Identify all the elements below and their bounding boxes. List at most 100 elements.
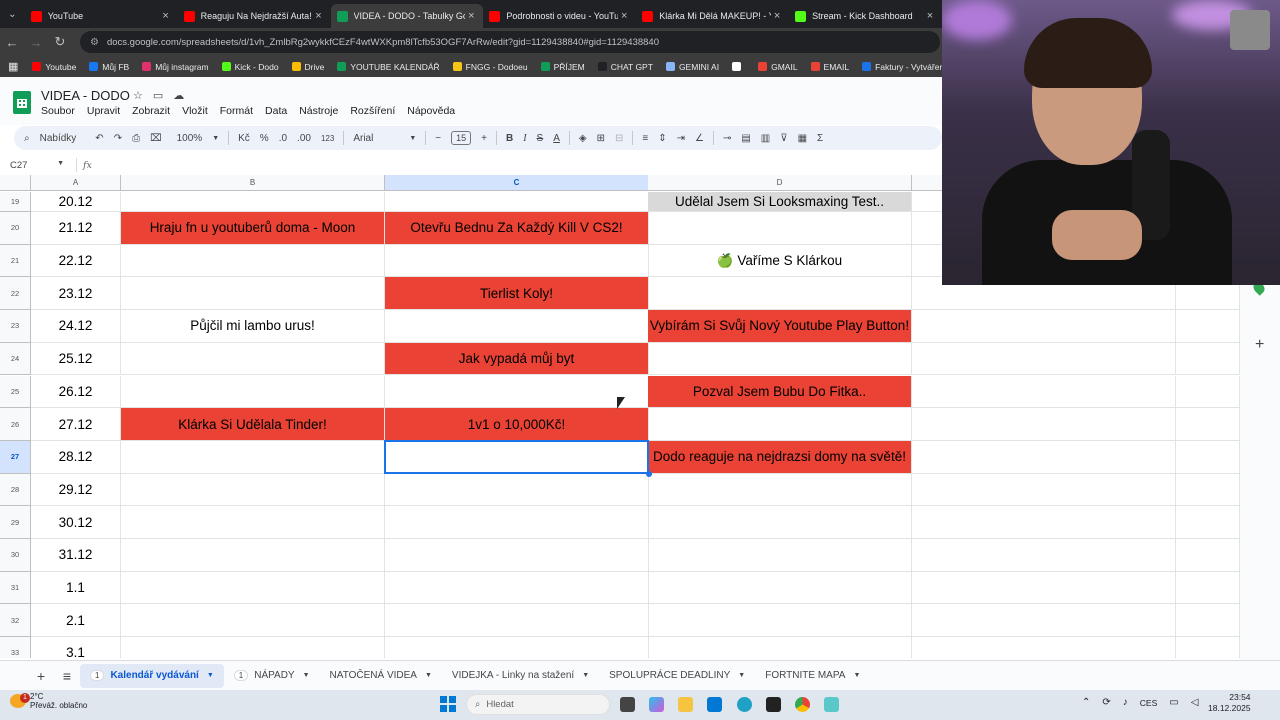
chevron-down-icon[interactable]: ▼ [425, 672, 432, 679]
sheet-tab[interactable]: NATOČENÁ VIDEA ▼ [320, 664, 442, 688]
cell-f[interactable] [1176, 310, 1240, 343]
bookmark-item[interactable]: EMAIL [810, 62, 849, 72]
menu-item[interactable]: Upravit [87, 105, 120, 117]
number-format-button[interactable]: 123 [321, 134, 334, 143]
row-header[interactable]: 31 [0, 571, 31, 605]
bookmark-item[interactable]: GMAIL [758, 62, 798, 72]
cell-b[interactable] [121, 277, 385, 311]
cell-f[interactable] [1176, 473, 1240, 507]
insert-chart-icon[interactable]: ▥ [761, 133, 770, 144]
cell-d[interactable] [648, 604, 912, 638]
bookmark-item[interactable]: Můj instagram [142, 62, 209, 72]
chevron-down-icon[interactable]: ▼ [212, 135, 219, 142]
row-header[interactable]: 29 [0, 506, 31, 539]
percent-format-button[interactable]: % [260, 133, 269, 144]
cell-b[interactable] [121, 342, 385, 376]
bookmark-item[interactable]: Faktury - Vytváření [862, 62, 942, 72]
column-header-c[interactable]: C [385, 175, 649, 191]
browser-tab[interactable]: VIDEA - DODO - Tabulky Goog× [330, 4, 484, 28]
menu-item[interactable]: Zobrazit [132, 105, 170, 117]
column-header-d[interactable]: D [648, 175, 912, 191]
sync-icon[interactable]: ⟳ [1102, 697, 1110, 708]
cell-e[interactable] [912, 408, 1176, 441]
formula-input[interactable] [92, 156, 942, 174]
file-explorer-icon[interactable] [678, 697, 693, 712]
cell-d[interactable] [648, 506, 912, 539]
store-icon[interactable] [707, 697, 722, 712]
row-header[interactable]: 22 [0, 277, 31, 311]
row-header[interactable]: 26 [0, 408, 31, 441]
redo-icon[interactable]: ↷ [114, 133, 122, 144]
row-header[interactable]: 24 [0, 342, 31, 376]
cell-b[interactable] [121, 506, 385, 539]
row-header[interactable]: 28 [0, 473, 31, 507]
cell-a[interactable]: 21.12 [31, 212, 121, 245]
menu-item[interactable]: Formát [220, 105, 253, 117]
start-button[interactable] [440, 696, 456, 712]
sheet-tab[interactable]: VIDEJKA - Linky na stažení ▼ [442, 664, 599, 688]
cell-c[interactable]: Otevřu Bednu Za Každý Kill V CS2! [385, 212, 649, 245]
copilot-icon[interactable] [649, 697, 664, 712]
bookmark-item[interactable]: YOUTUBE KALENDÁŘ [337, 62, 440, 72]
menu-item[interactable]: Rozšíření [350, 105, 395, 117]
terminal-icon[interactable] [766, 697, 781, 712]
row-header[interactable]: 30 [0, 539, 31, 572]
bold-icon[interactable]: B [506, 133, 513, 144]
bookmark-item[interactable]: Můj FB [89, 62, 129, 72]
menu-item[interactable]: Nástroje [299, 105, 338, 117]
row-header[interactable]: 20 [0, 212, 31, 245]
menu-item[interactable]: Data [265, 105, 287, 117]
microphone-icon[interactable]: ♪ [1123, 697, 1128, 708]
cell-b[interactable] [121, 440, 385, 474]
cell-d[interactable]: Pozval Jsem Bubu Do Fitka.. [648, 375, 912, 409]
merge-cells-icon[interactable]: ⊟ [615, 133, 623, 144]
cell-a[interactable]: 22.12 [31, 244, 121, 278]
cell-d[interactable] [648, 212, 912, 245]
cell-f[interactable] [1176, 571, 1240, 605]
bookmark-item[interactable]: Youtube [32, 62, 76, 72]
cell-c[interactable] [385, 637, 649, 658]
bookmark-item[interactable]: GEMINI AI [665, 62, 719, 72]
cloud-status-icon[interactable]: ☁ [173, 89, 184, 102]
cell-d[interactable]: Dodo reaguje na nejdrazsi domy na světě! [648, 440, 912, 474]
cell-b[interactable]: Hraju fn u youtuberů doma - Moon [121, 212, 385, 245]
bookmark-item[interactable]: FNGG - Dodoeu [452, 62, 528, 72]
document-title[interactable]: VIDEA - DODO [41, 88, 130, 103]
menu-item[interactable]: Soubor [41, 105, 75, 117]
cell-f[interactable] [1176, 637, 1240, 658]
vertical-align-icon[interactable]: ⇕ [658, 133, 666, 144]
browser-tab[interactable]: Podrobnosti o videu - YouTube × [483, 4, 636, 28]
taskbar-search[interactable]: ⌕ Hledat [466, 694, 610, 715]
cell-a[interactable]: 20.12 [31, 192, 121, 212]
cell-b[interactable] [121, 637, 385, 658]
chevron-down-icon[interactable]: ▼ [409, 135, 416, 142]
cell-e[interactable] [912, 375, 1176, 409]
search-menus-label[interactable]: Nabídky [40, 133, 77, 144]
cell-e[interactable] [912, 637, 1176, 658]
cell-a[interactable]: 29.12 [31, 473, 121, 507]
chevron-down-icon[interactable]: ▼ [853, 672, 860, 679]
browser-tab[interactable]: Stream - Kick Dashboard × [789, 4, 942, 28]
sheet-tab[interactable]: 1 NÁPADY ▼ [224, 664, 320, 688]
cell-c[interactable]: Tierlist Koly! [385, 277, 649, 311]
cell-a[interactable]: 28.12 [31, 440, 121, 474]
undo-icon[interactable]: ↶ [95, 133, 103, 144]
cell-b[interactable] [121, 192, 385, 212]
close-icon[interactable]: × [313, 10, 325, 22]
filter-views-icon[interactable]: ▦ [798, 133, 807, 144]
cell-b[interactable] [121, 604, 385, 638]
chevron-down-icon[interactable]: ▼ [738, 672, 745, 679]
cell-e[interactable] [912, 342, 1176, 376]
apps-icon[interactable]: ▦ [8, 60, 18, 73]
insert-link-icon[interactable]: ⊸ [723, 133, 731, 144]
font-size-plus-icon[interactable]: + [481, 133, 487, 144]
functions-icon[interactable]: Σ [817, 133, 823, 144]
cell-c[interactable] [385, 571, 649, 605]
cell-b[interactable] [121, 571, 385, 605]
bookmark-item[interactable]: CHAT GPT [597, 62, 653, 72]
forward-icon[interactable]: → [24, 35, 48, 50]
close-icon[interactable]: × [465, 10, 477, 22]
close-icon[interactable]: × [924, 10, 936, 22]
row-header[interactable]: 19 [0, 192, 31, 212]
paint-format-icon[interactable]: ⌧ [150, 133, 162, 144]
